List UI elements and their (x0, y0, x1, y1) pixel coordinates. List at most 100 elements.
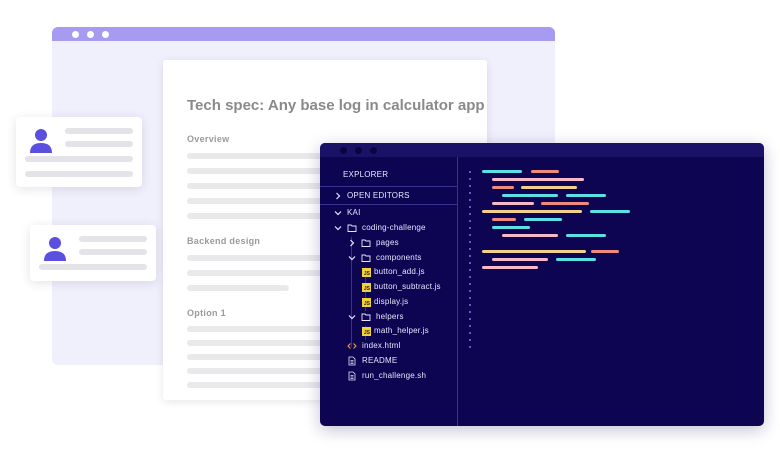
code-token (492, 218, 516, 221)
line-number-marker (469, 297, 471, 299)
line-number-marker (469, 304, 471, 306)
placeholder-text-line (187, 326, 327, 332)
code-editor-pane[interactable] (458, 157, 764, 426)
document-icon (348, 356, 356, 366)
js-file-icon: JS (362, 268, 371, 277)
user-avatar-icon (30, 129, 52, 153)
folder-helpers[interactable]: helpers (376, 312, 404, 321)
code-token (492, 186, 514, 189)
line-number-marker (469, 255, 471, 257)
explorer-label: EXPLORER (343, 170, 389, 179)
line-number-marker (469, 276, 471, 278)
placeholder-text-line (65, 128, 133, 134)
placeholder-text-line (187, 340, 327, 346)
placeholder-text-line (65, 141, 133, 147)
browser-titlebar (52, 27, 555, 41)
code-token (590, 210, 630, 213)
line-number-marker (469, 185, 471, 187)
line-number-marker (469, 213, 471, 215)
line-number-marker (469, 171, 471, 173)
document-title: Tech spec: Any base log in calculator ap… (187, 97, 485, 114)
placeholder-text-line (187, 183, 327, 189)
code-token (482, 170, 522, 173)
code-token (521, 186, 577, 189)
open-editors-section[interactable]: OPEN EDITORS (347, 191, 410, 200)
code-token (482, 210, 582, 213)
folder-components[interactable]: components (376, 253, 422, 262)
window-dot[interactable] (370, 147, 377, 154)
line-number-marker (469, 178, 471, 180)
line-number-marker (469, 283, 471, 285)
placeholder-text-line (25, 156, 133, 162)
editor-titlebar (320, 143, 764, 157)
code-token (492, 178, 584, 181)
explorer-sidebar: EXPLORER OPEN EDITORS KAI coding-challen… (320, 157, 458, 426)
window-dot[interactable] (340, 147, 347, 154)
line-number-marker (469, 346, 471, 348)
placeholder-text-line (79, 236, 147, 242)
file-index-html[interactable]: index.html (362, 341, 400, 350)
code-token (566, 234, 606, 237)
chevron-right-icon[interactable] (334, 192, 342, 200)
line-number-marker (469, 269, 471, 271)
chevron-down-icon[interactable] (348, 254, 356, 262)
folder-coding-challenge[interactable]: coding-challenge (362, 223, 426, 232)
code-editor-window: EXPLORER OPEN EDITORS KAI coding-challen… (320, 143, 764, 426)
code-token (492, 258, 548, 261)
line-number-marker (469, 332, 471, 334)
chevron-right-icon[interactable] (348, 239, 356, 247)
code-token (556, 258, 596, 261)
user-card[interactable] (16, 117, 142, 187)
chevron-down-icon[interactable] (334, 209, 342, 217)
code-token (524, 218, 562, 221)
file-readme[interactable]: README (362, 356, 397, 365)
line-number-marker (469, 262, 471, 264)
line-number-marker (469, 325, 471, 327)
divider (320, 186, 457, 187)
file-math-helper-js[interactable]: math_helper.js (374, 326, 429, 335)
line-number-marker (469, 290, 471, 292)
project-root-kai[interactable]: KAI (347, 208, 361, 217)
file-button-subtract-js[interactable]: button_subtract.js (374, 282, 441, 291)
placeholder-text-line (187, 255, 327, 261)
placeholder-text-line (187, 270, 327, 276)
file-display-js[interactable]: display.js (374, 297, 408, 306)
code-token (492, 202, 534, 205)
document-icon (348, 371, 356, 381)
code-token (482, 266, 538, 269)
window-dot[interactable] (72, 31, 79, 38)
folder-pages[interactable]: pages (376, 238, 399, 247)
chevron-down-icon[interactable] (334, 224, 342, 232)
file-button-add-js[interactable]: button_add.js (374, 267, 425, 276)
line-number-marker (469, 206, 471, 208)
window-dot[interactable] (87, 31, 94, 38)
line-number-marker (469, 192, 471, 194)
placeholder-text-line (79, 249, 147, 255)
code-token (482, 250, 586, 253)
line-number-marker (469, 199, 471, 201)
window-dot[interactable] (355, 147, 362, 154)
code-token (566, 194, 606, 197)
placeholder-text-line (187, 354, 327, 360)
user-card[interactable] (30, 225, 156, 281)
chevron-down-icon[interactable] (348, 313, 356, 321)
window-dot[interactable] (102, 31, 109, 38)
placeholder-text-line (187, 198, 327, 204)
line-number-marker (469, 220, 471, 222)
file-run-challenge-sh[interactable]: run_challenge.sh (362, 371, 426, 380)
placeholder-text-line (187, 382, 327, 388)
js-file-icon: JS (362, 298, 371, 307)
placeholder-text-line (187, 168, 327, 174)
line-number-marker (469, 248, 471, 250)
code-token (502, 234, 558, 237)
code-token (502, 194, 558, 197)
html-code-icon (347, 343, 357, 349)
code-token (492, 226, 530, 229)
folder-icon (361, 239, 371, 247)
placeholder-text-line (25, 171, 133, 177)
line-number-marker (469, 339, 471, 341)
line-number-marker (469, 227, 471, 229)
section-heading-option-1: Option 1 (187, 308, 226, 318)
line-number-marker (469, 234, 471, 236)
placeholder-text-line (187, 285, 289, 291)
